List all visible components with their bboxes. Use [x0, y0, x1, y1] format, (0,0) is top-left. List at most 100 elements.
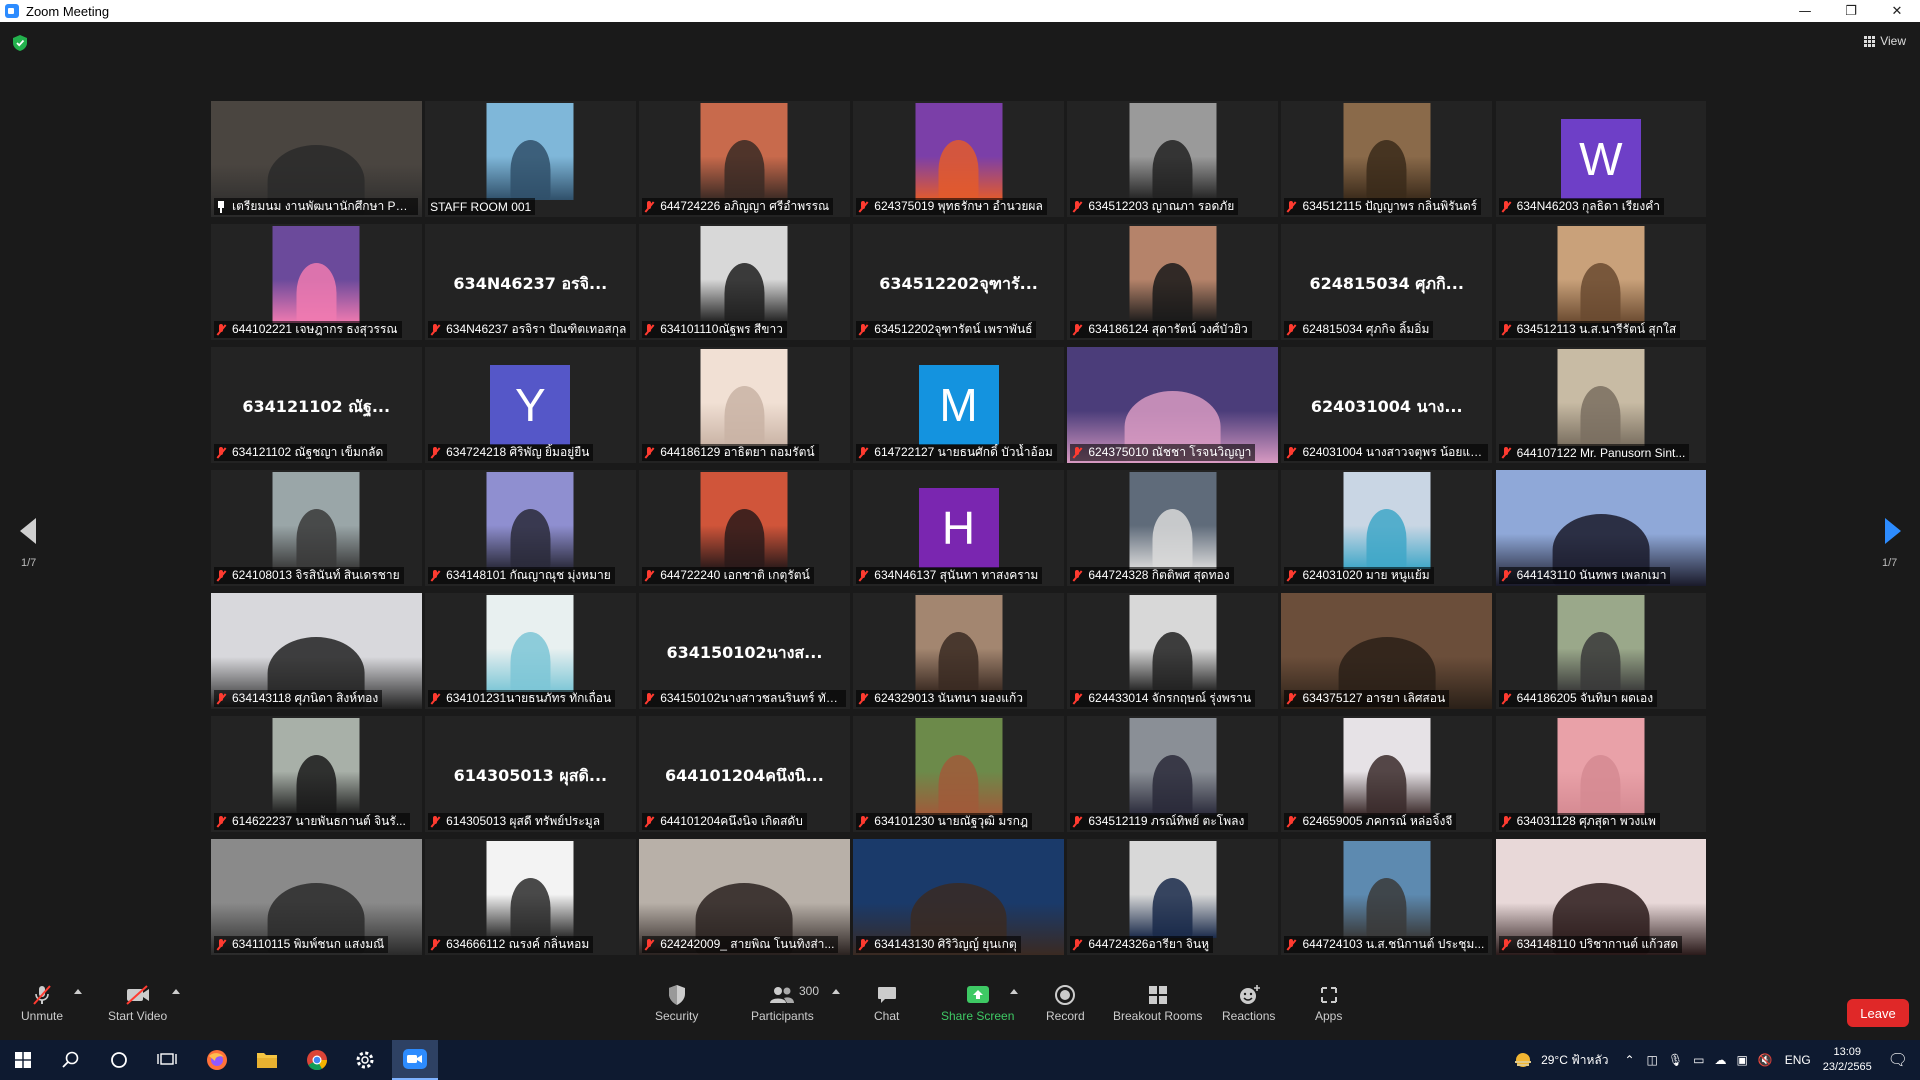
participant-tile[interactable]: 634101110ณัฐพร สีขาว [639, 224, 850, 340]
participant-tile[interactable]: M 614722127 นายธนศักดิ์ บัวน้ำอ้อม [853, 347, 1064, 463]
meet-now-icon[interactable]: ◫ [1647, 1053, 1658, 1067]
participant-tile[interactable]: 644101204คนึงนิ... 644101204คนึงนิจ เกิดส… [639, 716, 850, 832]
participant-tile[interactable]: 634150102นางส... 634150102นางสาวชลนรินทร์… [639, 593, 850, 709]
participant-tile[interactable]: W 634N46203 กุลธิดา เรียงคำ [1495, 101, 1707, 217]
task-view-button[interactable] [144, 1040, 190, 1080]
audio-options-caret-icon[interactable] [74, 989, 82, 994]
participant-tile[interactable]: 634143130 ศิริวิญญ์ ยุนเกตุ [853, 839, 1064, 955]
apps-label: Apps [1315, 1009, 1343, 1023]
participant-tile[interactable]: 634101230 นายณัฐวุฒิ มรกฎ [853, 716, 1064, 832]
weather-hazy-sun-icon[interactable] [1513, 1050, 1533, 1070]
participant-name: 634N46137 สุนันทา ทาสงคราม [874, 568, 1039, 582]
participant-tile[interactable]: 624329013 นันทนา มองแก้ว [853, 593, 1064, 709]
leave-button[interactable]: Leave [1847, 999, 1909, 1027]
participant-tile[interactable]: 634101231นายธนภัทร ทักเถื่อน [425, 593, 636, 709]
zoom-taskbar-button[interactable] [392, 1040, 438, 1080]
volume-muted-icon[interactable]: 🔇 [1758, 1053, 1773, 1067]
participant-tile[interactable]: 644724328 กิตติพศ สุดทอง [1067, 470, 1278, 586]
participant-tile[interactable]: 634512203 ญาณภา รอดภัย [1067, 101, 1278, 217]
share-options-caret-icon[interactable] [1010, 989, 1018, 994]
person-silhouette [724, 139, 765, 200]
participant-tile[interactable]: 644724103 น.ส.ชนิกานต์ ประชุม... [1281, 839, 1492, 955]
chrome-taskbar-button[interactable] [294, 1040, 340, 1080]
participant-tile[interactable]: 624031004 นาง... 624031004 นางสาวจตุพร น้… [1281, 347, 1492, 463]
participant-tile[interactable]: 624031020 มาย หนูแย้ม [1281, 470, 1492, 586]
encryption-shield-icon[interactable] [13, 35, 27, 51]
participant-tile[interactable]: STAFF ROOM 001 [425, 101, 636, 217]
participant-tile[interactable]: 634148101 กัณญาณุช มุ่งหมาย [425, 470, 636, 586]
video-options-caret-icon[interactable] [172, 989, 180, 994]
settings-taskbar-button[interactable] [342, 1040, 388, 1080]
participant-tile[interactable]: 644186205 จันทิมา ผดเอง [1495, 593, 1707, 709]
participant-tile[interactable]: 634512202จุฑารั... 634512202จุฑารัตน์ เพร… [853, 224, 1064, 340]
participant-tile[interactable]: 634031128 ศุภสุดา พวงแพ [1495, 716, 1707, 832]
show-hidden-icons-chevron-icon[interactable]: ⌃ [1624, 1053, 1634, 1067]
file-explorer-taskbar-button[interactable] [244, 1040, 290, 1080]
participant-tile[interactable]: 634143118 ศุภนิดา สิงห์ทอง [211, 593, 422, 709]
minimize-button[interactable]: — [1782, 0, 1828, 22]
chat-button[interactable]: Chat [874, 983, 899, 1023]
next-page-arrow-icon[interactable] [1885, 518, 1901, 544]
weather-text[interactable]: 29°C ฟ้าหลัว [1541, 1051, 1608, 1070]
participant-tile[interactable]: 634512113 น.ส.นารีรัตน์ สุกใส [1495, 224, 1707, 340]
battery-icon[interactable]: ▭ [1693, 1053, 1704, 1067]
participant-tile[interactable]: 634186124 สุดารัตน์ วงศ์บัวยิว [1067, 224, 1278, 340]
close-button[interactable]: ✕ [1874, 0, 1920, 22]
participant-name-label: 644101204คนึงนิจ เกิดสดับ [642, 813, 807, 830]
participant-tile[interactable]: 624815034 ศุภกิ... 624815034 ศุภกิจ ลิ้มอ… [1281, 224, 1492, 340]
record-button[interactable]: Record [1046, 983, 1085, 1023]
participant-tile[interactable]: 634666112 ณรงค์ กลิ่นหอม [425, 839, 636, 955]
breakout-rooms-button[interactable]: Breakout Rooms [1113, 983, 1202, 1023]
reactions-button[interactable]: Reactions [1222, 983, 1275, 1023]
network-icon[interactable]: ▣ [1736, 1053, 1747, 1067]
participant-tile[interactable]: 614305013 ผุสดิ... 614305013 ผุสดี ทรัพย์… [425, 716, 636, 832]
share-screen-button[interactable]: Share Screen [941, 983, 1014, 1023]
participant-tile[interactable]: 634512119 ภรณ์ทิพย์ ตะโพลง [1067, 716, 1278, 832]
participant-tile[interactable]: 634375127 อารยา เลิศสอน [1281, 593, 1492, 709]
participant-tile[interactable]: 624659005 ภคกรณ์ หล่อจิ้งจี [1281, 716, 1492, 832]
participant-tile[interactable]: 614622237 นายพันธกานต์ จินรั... [211, 716, 422, 832]
participant-tile[interactable]: 634148110 ปริชากานต์ แก้วสด [1495, 839, 1707, 955]
input-language[interactable]: ENG [1785, 1053, 1811, 1067]
participant-tile[interactable]: 634N46237 อรจิ... 634N46237 อรจิรา ปัณฑิต… [425, 224, 636, 340]
participant-tile[interactable]: 624108013 จิรสินันท์ สินเดรชาย [211, 470, 422, 586]
start-video-button[interactable]: Start Video [108, 983, 167, 1023]
notifications-icon[interactable]: 🗨 [1888, 1050, 1908, 1070]
participant-tile[interactable]: 624433014 จักรกฤษณ์ รุ่งพราน [1067, 593, 1278, 709]
participant-tile[interactable]: Y 634724218 ศิริพัญ ยิ้มอยู่ยืน [425, 347, 636, 463]
cortana-button[interactable] [96, 1040, 142, 1080]
view-button[interactable]: View [1864, 34, 1906, 48]
maximize-button[interactable]: ❐ [1828, 0, 1874, 22]
participant-tile[interactable]: 624242009_ สายพิณ โนนทิงส่า... [639, 839, 850, 955]
participant-tile[interactable]: 644724226 อภิญญา ศรีอำพรรณ [639, 101, 850, 217]
security-button[interactable]: Security [655, 983, 698, 1023]
microphone-tray-icon[interactable]: 🎙 [1668, 1053, 1683, 1067]
participant-tile[interactable]: 624375010 ณัชชา โรจนวิญญา [1067, 347, 1278, 463]
participant-tile[interactable]: 644722240 เอกชาติ เกตุรัตน์ [639, 470, 850, 586]
participant-tile[interactable]: 644724326อารียา จินหู [1067, 839, 1278, 955]
participant-tile[interactable]: 644143110 นันทพร เพลกเมา [1495, 470, 1707, 586]
participant-tile[interactable]: 634512115 ปัญญาพร กลิ่นพิรันดร์ [1281, 101, 1492, 217]
participant-tile[interactable]: 634121102 ณัฐ... 634121102 ณัฐชญา เข็มกลั… [211, 347, 422, 463]
firefox-taskbar-button[interactable] [194, 1040, 240, 1080]
participant-tile[interactable]: 644102221 เจษฎากร ธงสุวรรณ [211, 224, 422, 340]
system-clock[interactable]: 13:09 23/2/2565 [1823, 1045, 1872, 1075]
search-button[interactable] [48, 1040, 94, 1080]
participant-name: 644101204คนึงนิจ เกิดสดับ [660, 814, 803, 828]
participant-tile[interactable]: 644107122 Mr. Panusorn Sint... [1495, 347, 1707, 463]
participant-tile[interactable]: 624375019 พุทธรักษา อำนวยผล [853, 101, 1064, 217]
participant-tile[interactable]: เตรียมนม งานพัฒนานักศึกษา PBRU [211, 101, 422, 217]
participants-caret-icon[interactable] [832, 989, 840, 994]
participant-video-thumbnail [700, 103, 788, 200]
participant-name: 634148110 ปริชากานต์ แก้วสด [1516, 937, 1679, 951]
participant-tile[interactable]: 634110115 พิมพ์ชนก แสงมณี [211, 839, 422, 955]
previous-page-arrow-icon[interactable] [20, 518, 36, 544]
muted-mic-icon [430, 569, 440, 582]
start-button[interactable] [0, 1040, 46, 1080]
participant-name-label: 634121102 ณัฐชญา เข็มกลัด [214, 444, 388, 461]
participant-tile[interactable]: 644186129 อาธิตยา ถอมรัตน์ [639, 347, 850, 463]
participant-tile[interactable]: H 634N46137 สุนันทา ทาสงคราม [853, 470, 1064, 586]
onedrive-icon[interactable]: ☁ [1714, 1053, 1726, 1067]
unmute-button[interactable]: Unmute [21, 983, 63, 1023]
apps-button[interactable]: Apps [1315, 983, 1342, 1023]
